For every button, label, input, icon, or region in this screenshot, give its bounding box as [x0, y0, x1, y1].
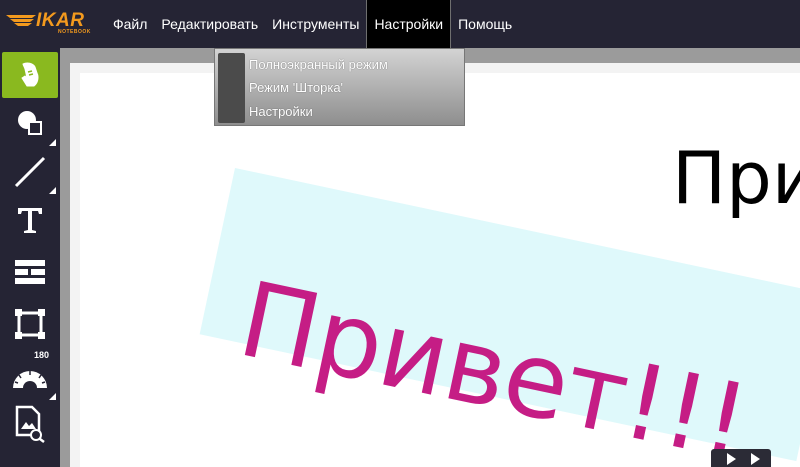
image-search-icon — [15, 405, 45, 443]
frame-icon — [15, 309, 45, 339]
whiteboard-canvas[interactable]: При Привет!!! — [80, 73, 800, 467]
settings-dropdown: Полноэкранный режим Режим 'Шторка' Настр… — [214, 48, 465, 126]
protractor-badge: 180 — [34, 350, 50, 360]
tool-pointer[interactable] — [2, 52, 58, 98]
dropdown-item-curtain-mode[interactable]: Режим 'Шторка' — [249, 80, 343, 95]
page-nav-control[interactable] — [711, 449, 771, 467]
logo-wing-icon — [6, 15, 36, 26]
logo-subtext: NOTEBOOK — [58, 29, 91, 35]
tool-image-search[interactable] — [0, 400, 60, 448]
submenu-indicator-icon — [49, 393, 56, 400]
app-window: IKAR NOTEBOOK Файл Редактировать Инструм… — [0, 0, 800, 467]
menu-help[interactable]: Помощь — [451, 0, 519, 48]
protractor-icon — [13, 371, 47, 388]
tool-text[interactable] — [0, 196, 60, 244]
text-icon — [18, 208, 42, 233]
tool-shapes[interactable] — [0, 100, 60, 148]
tool-table[interactable] — [0, 248, 60, 296]
menu-settings[interactable]: Настройки — [366, 0, 452, 48]
tool-protractor[interactable]: 180 — [0, 350, 60, 402]
line-icon — [14, 156, 46, 188]
menu-file[interactable]: Файл — [106, 0, 154, 48]
menu-edit[interactable]: Редактировать — [154, 0, 265, 48]
hand-pointer-icon — [21, 62, 39, 87]
play-icon — [727, 453, 736, 465]
next-icon — [751, 453, 760, 465]
tool-frame[interactable] — [0, 300, 60, 348]
app-logo: IKAR NOTEBOOK — [0, 0, 106, 48]
table-layout-icon — [15, 260, 45, 284]
canvas-heading-text[interactable]: При — [672, 136, 800, 220]
dropdown-item-settings[interactable]: Настройки — [249, 104, 313, 119]
menu-bar: IKAR NOTEBOOK Файл Редактировать Инструм… — [0, 0, 800, 48]
dropdown-icon-strip — [218, 53, 245, 123]
submenu-indicator-icon — [49, 139, 56, 146]
menu-tools[interactable]: Инструменты — [265, 0, 366, 48]
shapes-icon — [18, 111, 42, 135]
dropdown-item-fullscreen[interactable]: Полноэкранный режим — [249, 57, 388, 72]
tool-line[interactable] — [0, 148, 60, 196]
left-toolbar: 180 — [0, 48, 60, 467]
submenu-indicator-icon — [49, 187, 56, 194]
